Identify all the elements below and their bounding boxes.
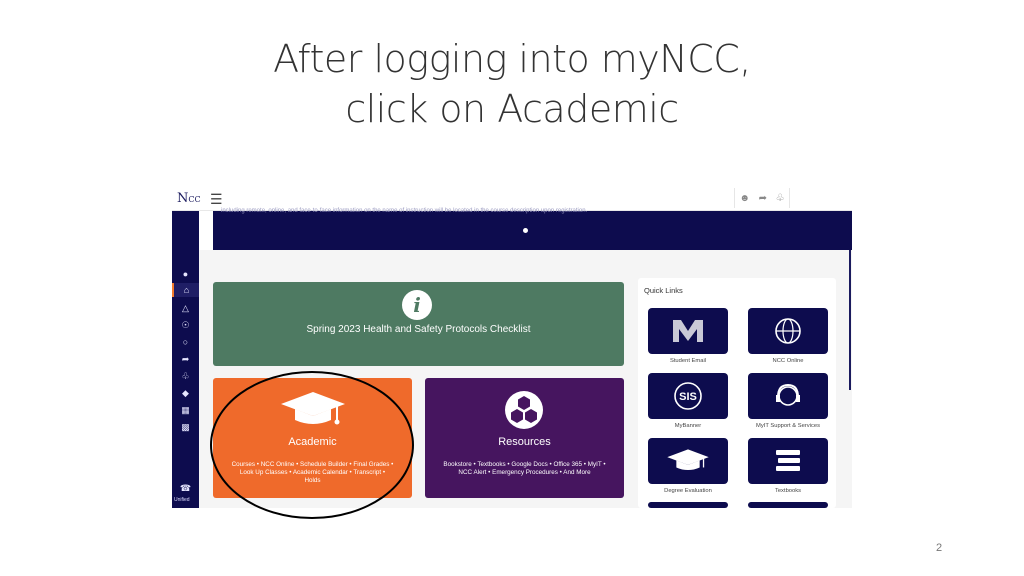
- health-card-title: Spring 2023 Health and Safety Protocols …: [306, 324, 531, 335]
- building-icon[interactable]: ▦: [172, 405, 199, 416]
- book-stack-icon: [748, 438, 828, 484]
- academic-highlight-circle: [210, 371, 414, 519]
- headset-icon[interactable]: ☎: [172, 483, 199, 494]
- slide-title-line-2: click on Academic: [345, 87, 679, 131]
- quick-link-label: MyIT Support & Services: [755, 423, 820, 429]
- health-safety-card[interactable]: i Spring 2023 Health and Safety Protocol…: [213, 282, 624, 366]
- share-icon[interactable]: ➦: [759, 193, 767, 204]
- home-icon[interactable]: ⌂: [172, 283, 199, 297]
- globe-icon: [748, 308, 828, 354]
- quick-link-student-email[interactable]: [648, 308, 728, 354]
- m-logo-icon: [648, 308, 728, 354]
- carousel-dot[interactable]: [523, 228, 528, 233]
- bell-icon[interactable]: ♧: [776, 193, 785, 204]
- sidebar-unified-label: Unified: [174, 497, 190, 503]
- user-switch-icon[interactable]: ☻: [739, 193, 750, 204]
- quick-links-title: Quick Links: [644, 286, 683, 295]
- quick-link-partial[interactable]: [748, 502, 828, 508]
- quick-link-degree-evaluation[interactable]: [648, 438, 728, 484]
- calendar-icon[interactable]: ▩: [172, 422, 199, 433]
- pin-icon[interactable]: ◆: [172, 388, 199, 399]
- quick-link-label: MyBanner: [674, 423, 702, 429]
- logo-sub: CC: [188, 195, 201, 204]
- slide-title: After logging into myNCC, click on Acade…: [0, 34, 1024, 134]
- headset-icon: [748, 373, 828, 419]
- top-actions: ☻ ➦ ♧: [734, 188, 790, 208]
- quick-link-label: Degree Evaluation: [664, 488, 712, 494]
- quick-link-mybanner[interactable]: SIS: [648, 373, 728, 419]
- logo-letter: N: [177, 191, 189, 206]
- graduation-cap-icon: [648, 438, 728, 484]
- info-icon[interactable]: ●: [172, 269, 199, 279]
- svg-text:SIS: SIS: [679, 391, 697, 403]
- hexagons-icon: [505, 391, 543, 429]
- quick-link-label: Student Email: [669, 358, 707, 364]
- quick-link-label: Textbooks: [774, 488, 802, 494]
- quick-link-textbooks[interactable]: [748, 438, 828, 484]
- quick-link-partial[interactable]: [648, 502, 728, 508]
- dollar-icon[interactable]: ☉: [172, 320, 199, 331]
- quick-link-label: NCC Online: [772, 358, 804, 364]
- quick-links-panel: Quick Links Student Email NCC Online SIS…: [638, 278, 836, 508]
- announcement-banner[interactable]: including remote, online, and face-to-fa…: [213, 208, 852, 250]
- hamburger-menu-icon[interactable]: ☰: [210, 191, 223, 208]
- resources-title: Resources: [498, 436, 551, 448]
- resources-description: Bookstore • Textbooks • Google Docs • Of…: [443, 461, 606, 476]
- quick-link-ncc-online[interactable]: [748, 308, 828, 354]
- share-arrow-icon[interactable]: ➦: [172, 354, 199, 365]
- sidebar: ● ⌂ △ ☉ ○ ➦ ♧ ◆ ▦ ▩ ☎ Unified: [172, 211, 199, 508]
- scrollbar-thumb[interactable]: [849, 250, 851, 390]
- slide-number: 2: [936, 542, 943, 554]
- bell-icon[interactable]: ♧: [172, 371, 199, 382]
- info-icon: i: [402, 290, 432, 320]
- quick-link-myit-support[interactable]: [748, 373, 828, 419]
- puzzle-icon[interactable]: ○: [172, 337, 199, 347]
- graduation-cap-icon[interactable]: △: [172, 303, 199, 314]
- resources-card[interactable]: Resources Bookstore • Textbooks • Google…: [425, 378, 624, 498]
- sis-icon: SIS: [648, 373, 728, 419]
- banner-text: including remote, online, and face-to-fa…: [221, 208, 588, 214]
- slide-title-line-1: After logging into myNCC,: [273, 37, 751, 81]
- ncc-logo[interactable]: NCC: [177, 191, 201, 206]
